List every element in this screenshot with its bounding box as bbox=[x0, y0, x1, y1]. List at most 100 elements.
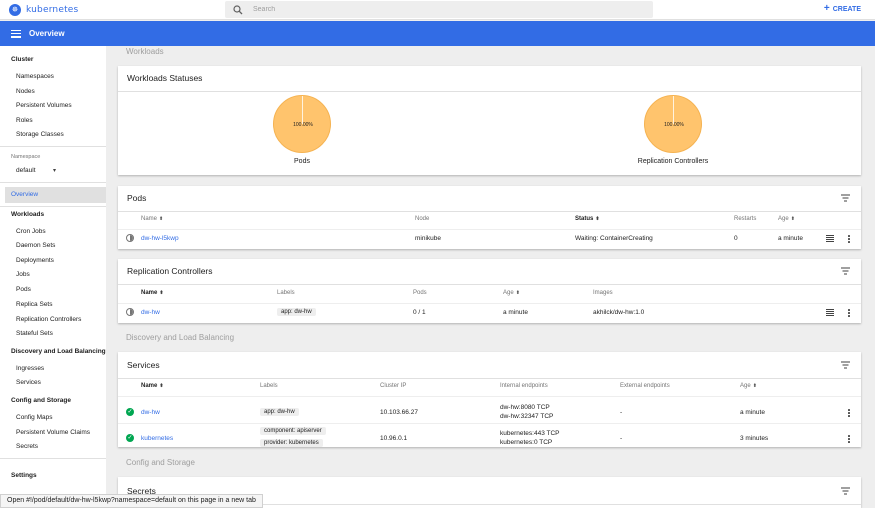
sidebar-item-roles[interactable]: Roles bbox=[16, 117, 33, 124]
label-chip: component: apiserver bbox=[260, 427, 326, 435]
sidebar-item-config-maps[interactable]: Config Maps bbox=[16, 414, 53, 421]
dropdown-caret-icon: ▾ bbox=[52, 168, 56, 174]
workloads-statuses-card: Workloads Statuses 100.00% Pods 100.00% … bbox=[118, 66, 861, 175]
more-actions-icon[interactable] bbox=[847, 435, 851, 443]
page-title: Overview bbox=[29, 29, 65, 38]
namespace-label: Namespace bbox=[11, 154, 41, 160]
column-header-pods: Pods bbox=[413, 290, 427, 296]
sidebar-item-services[interactable]: Services bbox=[16, 379, 41, 386]
logs-icon[interactable] bbox=[826, 235, 834, 242]
sidebar-item-cron-jobs[interactable]: Cron Jobs bbox=[16, 228, 46, 235]
sidebar-item-persistent-volumes[interactable]: Persistent Volumes bbox=[16, 102, 72, 109]
card-divider bbox=[118, 211, 861, 212]
sidebar-divider bbox=[0, 146, 106, 147]
card-title: Replication Controllers bbox=[127, 266, 213, 276]
sidebar-item-settings[interactable]: Settings bbox=[11, 472, 37, 479]
sidebar-heading-cluster[interactable]: Cluster bbox=[11, 56, 33, 63]
sidebar-item-pods[interactable]: Pods bbox=[16, 286, 31, 293]
label-chip: app: dw-hw bbox=[260, 408, 299, 416]
column-header-age[interactable]: Age ⬍ bbox=[778, 216, 795, 222]
sidebar-item-overview[interactable]: Overview bbox=[11, 191, 38, 198]
filter-icon[interactable] bbox=[841, 194, 850, 202]
column-header-images: Images bbox=[593, 290, 613, 296]
sort-icon: ⬍ bbox=[595, 216, 600, 222]
column-header-name[interactable]: Name ⬍ bbox=[141, 290, 164, 296]
rc-percent: 100.00% bbox=[664, 122, 684, 128]
column-header-name[interactable]: Name ⬍ bbox=[141, 216, 163, 222]
brand-logo[interactable]: ✵ kubernetes bbox=[9, 3, 224, 16]
service-external-endpoint: - bbox=[620, 409, 623, 416]
card-title: Services bbox=[127, 360, 160, 370]
sidebar-heading-discovery[interactable]: Discovery and Load Balancing bbox=[11, 348, 106, 355]
namespace-select[interactable]: default ▾ bbox=[16, 167, 56, 174]
column-header-age[interactable]: Age ⬍ bbox=[503, 290, 520, 296]
column-header-status[interactable]: Status ⬍ bbox=[575, 216, 600, 222]
column-header-name[interactable]: Name ⬍ bbox=[141, 383, 164, 389]
create-label: CREATE bbox=[832, 5, 861, 13]
sidebar-item-daemon-sets[interactable]: Daemon Sets bbox=[16, 242, 55, 249]
services-card: Services Name ⬍ Labels Cluster IP Interna… bbox=[118, 352, 861, 447]
sidebar-item-jobs[interactable]: Jobs bbox=[16, 271, 30, 278]
filter-icon[interactable] bbox=[841, 487, 850, 495]
search-input[interactable] bbox=[253, 6, 633, 13]
sort-icon: ⬍ bbox=[159, 216, 164, 222]
hamburger-menu-icon[interactable] bbox=[11, 29, 21, 38]
pie-slice-edge bbox=[673, 96, 674, 124]
row-divider bbox=[118, 396, 861, 397]
sidebar-heading-config[interactable]: Config and Storage bbox=[11, 397, 71, 404]
card-title: Pods bbox=[127, 193, 147, 203]
column-header-node: Node bbox=[415, 216, 430, 222]
more-actions-icon[interactable] bbox=[847, 309, 851, 317]
brand-name: kubernetes bbox=[26, 4, 79, 15]
pending-status-icon bbox=[126, 234, 134, 242]
service-internal-endpoint: dw-hw:32347 TCP bbox=[500, 413, 554, 420]
sidebar-item-storage-classes[interactable]: Storage Classes bbox=[16, 131, 64, 138]
pending-status-icon bbox=[126, 308, 134, 316]
sidebar-divider bbox=[0, 206, 106, 207]
rc-status-pie: 100.00% bbox=[644, 95, 702, 153]
sort-icon: ⬍ bbox=[159, 383, 164, 389]
section-discovery: Discovery and Load Balancing bbox=[126, 333, 235, 342]
rc-pods: 0 / 1 bbox=[413, 309, 426, 316]
sort-icon: ⬍ bbox=[159, 290, 164, 296]
rc-name-link[interactable]: dw-hw bbox=[141, 309, 160, 316]
row-divider bbox=[118, 303, 861, 304]
column-header-labels: Labels bbox=[260, 383, 278, 389]
sidebar-divider bbox=[0, 458, 106, 459]
sort-icon: ⬍ bbox=[790, 216, 795, 222]
pod-name-link[interactable]: dw-hw-l5kwp bbox=[141, 235, 179, 242]
service-name-link[interactable]: kubernetes bbox=[141, 435, 173, 442]
sidebar-item-persistent-volume-claims[interactable]: Persistent Volume Claims bbox=[16, 429, 90, 436]
section-workloads: Workloads bbox=[126, 47, 164, 56]
card-divider bbox=[118, 284, 861, 285]
more-actions-icon[interactable] bbox=[847, 409, 851, 417]
filter-icon[interactable] bbox=[841, 267, 850, 275]
service-cluster-ip: 10.103.66.27 bbox=[380, 409, 418, 416]
column-header-age[interactable]: Age ⬍ bbox=[740, 383, 757, 389]
sidebar-item-secrets[interactable]: Secrets bbox=[16, 443, 38, 450]
service-name-link[interactable]: dw-hw bbox=[141, 409, 160, 416]
sidebar-item-ingresses[interactable]: Ingresses bbox=[16, 365, 44, 372]
pod-node: minikube bbox=[415, 235, 442, 242]
more-actions-icon[interactable] bbox=[847, 235, 851, 243]
create-button[interactable]: + CREATE bbox=[824, 4, 861, 14]
sidebar-item-stateful-sets[interactable]: Stateful Sets bbox=[16, 330, 53, 337]
filter-icon[interactable] bbox=[841, 361, 850, 369]
pie-slice-edge bbox=[302, 96, 303, 124]
sidebar-item-namespaces[interactable]: Namespaces bbox=[16, 73, 54, 80]
main-content: Workloads Workloads Statuses 100.00% Pod… bbox=[106, 46, 875, 508]
rc-chart-label: Replication Controllers bbox=[637, 158, 709, 165]
card-divider bbox=[118, 378, 861, 379]
kubernetes-wheel-icon: ✵ bbox=[9, 3, 21, 16]
label-chip: app: dw-hw bbox=[277, 308, 316, 316]
sidebar-item-deployments[interactable]: Deployments bbox=[16, 257, 54, 264]
sidebar-heading-workloads[interactable]: Workloads bbox=[11, 211, 44, 218]
sidebar-item-replication-controllers[interactable]: Replication Controllers bbox=[16, 316, 81, 323]
logs-icon[interactable] bbox=[826, 309, 834, 316]
sidebar-item-replica-sets[interactable]: Replica Sets bbox=[16, 301, 53, 308]
check-circle-icon: ✓ bbox=[126, 408, 134, 416]
pods-status-pie: 100.00% bbox=[273, 95, 331, 153]
card-divider bbox=[118, 91, 861, 92]
sidebar-item-nodes[interactable]: Nodes bbox=[16, 88, 35, 95]
search-bar[interactable] bbox=[225, 1, 653, 18]
